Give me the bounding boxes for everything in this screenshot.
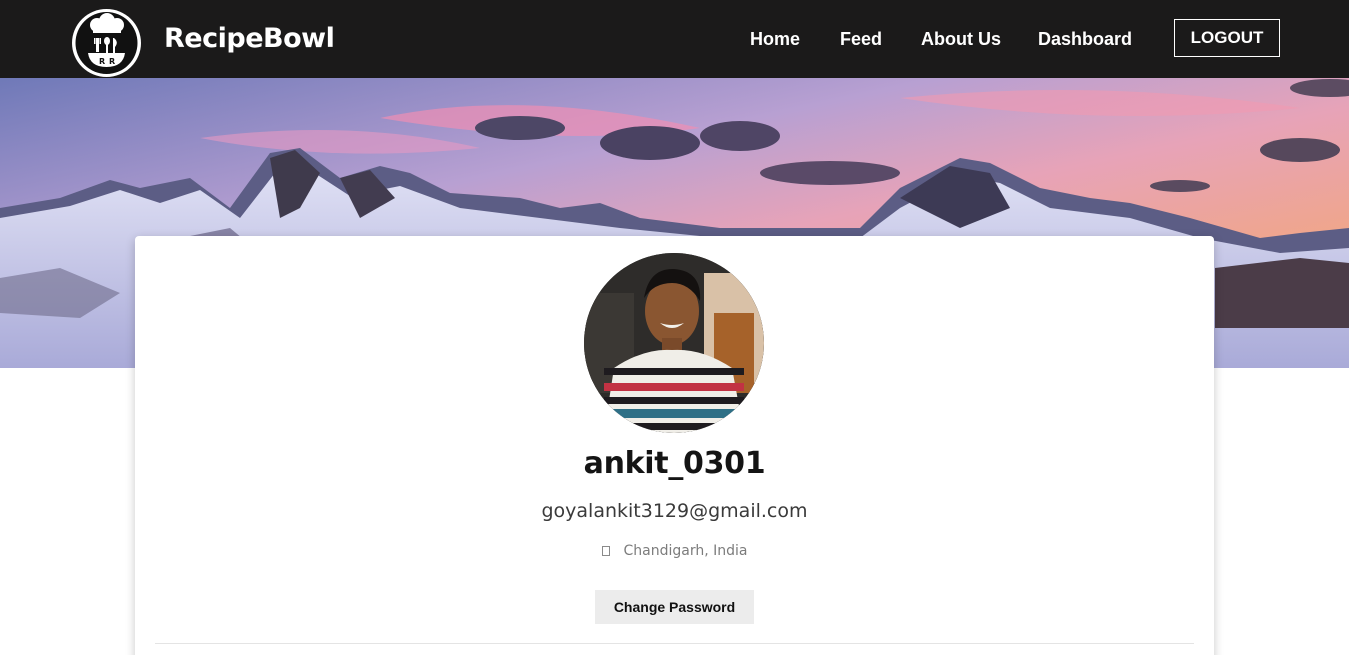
profile-location: Chandigarh, India bbox=[135, 543, 1214, 559]
profile-avatar[interactable] bbox=[584, 253, 764, 433]
profile-card: ankit_0301 goyalankit3129@gmail.com Chan… bbox=[135, 236, 1214, 655]
nav-feed-link[interactable]: Feed bbox=[840, 27, 882, 51]
chef-hat-bowl-icon: R R bbox=[75, 12, 138, 74]
profile-username: ankit_0301 bbox=[583, 446, 766, 481]
profile-email: goyalankit3129@gmail.com bbox=[541, 500, 808, 522]
profile-photo bbox=[584, 253, 764, 433]
card-divider bbox=[155, 643, 1194, 644]
logo-letters: R bbox=[109, 57, 115, 66]
logo-letters: R bbox=[99, 57, 105, 66]
nav-home-link[interactable]: Home bbox=[750, 27, 800, 51]
map-pin-icon bbox=[601, 546, 610, 556]
brand-name[interactable]: RecipeBowl bbox=[164, 20, 335, 58]
nav-dashboard-link[interactable]: Dashboard bbox=[1038, 27, 1132, 51]
nav-about-us-link[interactable]: About Us bbox=[921, 27, 1001, 51]
logout-button[interactable]: LOGOUT bbox=[1174, 19, 1280, 57]
top-navbar: R R RecipeBowl Home Feed About Us Dashbo… bbox=[0, 0, 1349, 78]
brand-logo[interactable]: R R bbox=[72, 9, 141, 77]
profile-location-text: Chandigarh, India bbox=[623, 543, 748, 559]
change-password-button[interactable]: Change Password bbox=[595, 590, 754, 624]
